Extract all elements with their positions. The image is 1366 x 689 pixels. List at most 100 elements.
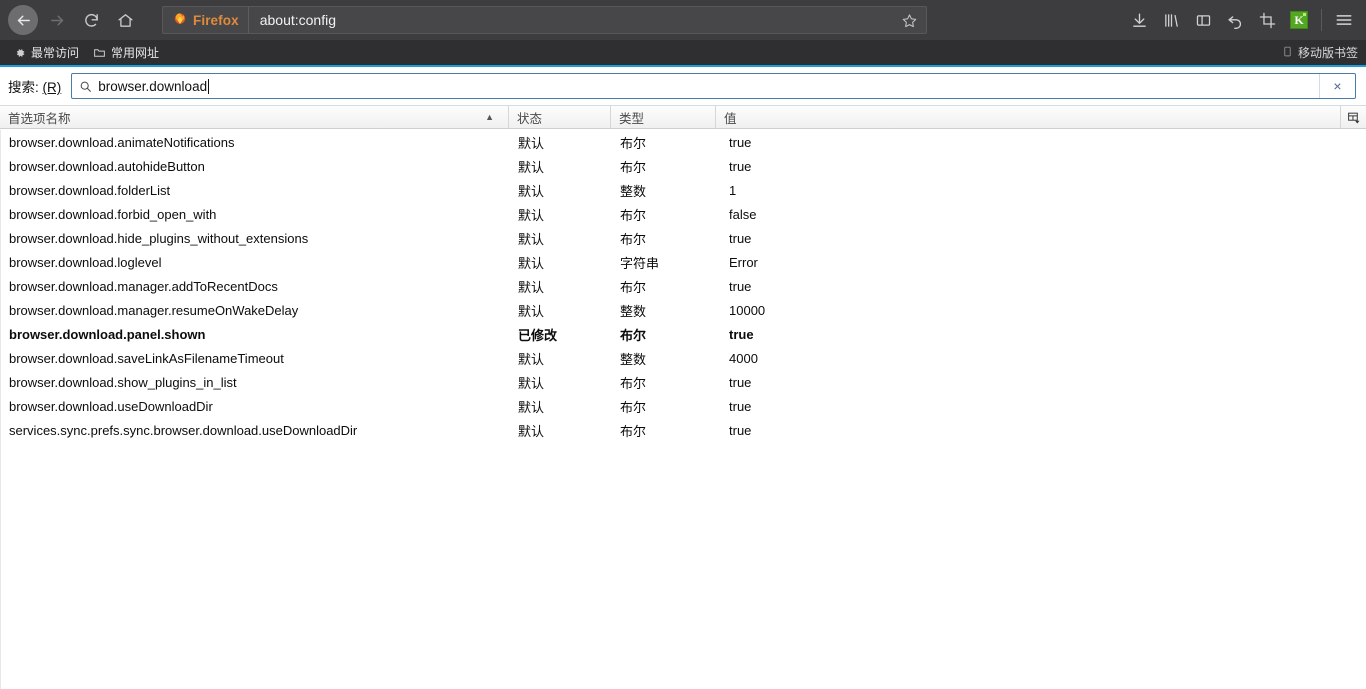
- pref-status: 默认: [518, 207, 545, 223]
- forward-button[interactable]: [42, 5, 72, 35]
- table-row[interactable]: browser.download.panel.shown 已修改 布尔 true: [0, 322, 1366, 346]
- pref-name: browser.download.hide_plugins_without_ex…: [0, 226, 508, 250]
- pref-type: 布尔: [620, 279, 647, 295]
- extension-icon[interactable]: K: [1284, 5, 1314, 35]
- search-input-value[interactable]: browser.download: [98, 78, 1319, 94]
- table-row[interactable]: browser.download.loglevel 默认 字符串 Error: [0, 250, 1366, 274]
- config-search-row: 搜索: (R) browser.download ×: [0, 67, 1366, 105]
- pref-status: 默认: [518, 159, 545, 175]
- pref-name: browser.download.animateNotifications: [0, 130, 508, 154]
- bookmark-star-icon[interactable]: [892, 7, 926, 33]
- pref-status: 默认: [518, 279, 545, 295]
- firefox-identity-badge: Firefox: [163, 7, 249, 33]
- home-button[interactable]: [110, 5, 140, 35]
- pref-value: 4000: [729, 350, 758, 366]
- sort-ascending-icon: ▲: [485, 112, 494, 122]
- clear-search-button[interactable]: ×: [1319, 74, 1355, 98]
- bookmarks-toolbar: 最常访问 常用网址 移动版书签: [0, 40, 1366, 67]
- pref-name: browser.download.manager.resumeOnWakeDel…: [0, 298, 508, 322]
- pref-value: true: [729, 374, 752, 390]
- hamburger-menu-icon[interactable]: [1329, 5, 1359, 35]
- table-row[interactable]: browser.download.forbid_open_with 默认 布尔 fal…: [0, 202, 1366, 226]
- column-header-name[interactable]: 首选项名称 ▲: [0, 106, 508, 128]
- table-header-row: 首选项名称 ▲ 状态 类型 值: [0, 105, 1366, 129]
- bookmark-item-most-visited[interactable]: 最常访问: [7, 42, 86, 63]
- table-row[interactable]: browser.download.saveLinkAsFilenameTimeo…: [0, 346, 1366, 370]
- pref-name: services.sync.prefs.sync.browser.downloa…: [0, 418, 508, 442]
- pref-type: 布尔: [620, 327, 647, 343]
- search-input[interactable]: browser.download ×: [71, 73, 1356, 99]
- pref-value: 1: [729, 182, 737, 198]
- column-header-status-label: 状态: [517, 111, 543, 126]
- pref-status: 默认: [518, 303, 545, 319]
- pref-status: 已修改: [518, 327, 558, 343]
- column-header-value-label: 值: [724, 111, 737, 126]
- pref-value: true: [729, 158, 752, 174]
- downloads-icon[interactable]: [1124, 5, 1154, 35]
- url-text[interactable]: about:config: [249, 12, 892, 28]
- table-row[interactable]: browser.download.show_plugins_in_list 默认 布…: [0, 370, 1366, 394]
- column-header-name-label: 首选项名称: [8, 111, 71, 126]
- preferences-table: 首选项名称 ▲ 状态 类型 值 browser.download.animate…: [0, 105, 1366, 689]
- extension-badge-label: K: [1290, 11, 1308, 29]
- reload-button[interactable]: [76, 5, 106, 35]
- screenshot-icon[interactable]: [1252, 5, 1282, 35]
- toolbar-divider: [1321, 9, 1322, 31]
- column-header-type-label: 类型: [619, 111, 645, 126]
- pref-type: 布尔: [620, 423, 647, 439]
- pref-name: browser.download.manager.addToRecentDocs: [0, 274, 508, 298]
- pref-name: browser.download.useDownloadDir: [0, 394, 508, 418]
- pref-value: true: [729, 398, 752, 414]
- firefox-badge-label: Firefox: [193, 12, 239, 28]
- pref-value: true: [729, 422, 752, 438]
- pref-status: 默认: [518, 231, 545, 247]
- pref-value: false: [729, 206, 757, 222]
- toolbar-right-group: K: [1123, 0, 1360, 40]
- folder-icon: [93, 46, 106, 59]
- pref-value: true: [729, 326, 754, 342]
- pref-type: 布尔: [620, 231, 647, 247]
- back-button[interactable]: [8, 5, 38, 35]
- table-row[interactable]: browser.download.folderList 默认 整数 1: [0, 178, 1366, 202]
- table-row[interactable]: browser.download.manager.resumeOnWakeDel…: [0, 298, 1366, 322]
- table-row[interactable]: browser.download.autohideButton 默认 布尔 true: [0, 154, 1366, 178]
- pref-status: 默认: [518, 255, 545, 271]
- sidebar-icon[interactable]: [1188, 5, 1218, 35]
- pref-name: browser.download.panel.shown: [0, 322, 508, 346]
- pref-type: 整数: [620, 183, 647, 199]
- bookmark-item-common-sites[interactable]: 常用网址: [86, 42, 166, 63]
- pref-name: browser.download.autohideButton: [0, 154, 508, 178]
- gear-icon: [14, 47, 26, 59]
- pref-value: true: [729, 278, 752, 294]
- column-header-value[interactable]: 值: [715, 106, 1366, 128]
- pref-status: 默认: [518, 135, 545, 151]
- table-row[interactable]: browser.download.manager.addToRecentDocs…: [0, 274, 1366, 298]
- pref-type: 布尔: [620, 375, 647, 391]
- pref-value: true: [729, 134, 752, 150]
- mobile-bookmarks-icon: [1282, 46, 1293, 60]
- pref-name: browser.download.loglevel: [0, 250, 508, 274]
- pref-status: 默认: [518, 399, 545, 415]
- pref-name: browser.download.forbid_open_with: [0, 202, 508, 226]
- search-text: browser.download: [98, 78, 208, 94]
- column-header-type[interactable]: 类型: [610, 106, 715, 128]
- column-header-status[interactable]: 状态: [508, 106, 610, 128]
- pref-type: 字符串: [620, 255, 660, 271]
- search-label-text: 搜索:: [8, 80, 43, 95]
- table-row[interactable]: services.sync.prefs.sync.browser.downloa…: [0, 418, 1366, 442]
- table-row[interactable]: browser.download.useDownloadDir 默认 布尔 true: [0, 394, 1366, 418]
- url-bar[interactable]: Firefox about:config: [162, 6, 927, 34]
- pref-name: browser.download.saveLinkAsFilenameTimeo…: [0, 346, 508, 370]
- preferences-list: browser.download.animateNotifications 默认布…: [0, 129, 1366, 442]
- table-row[interactable]: browser.download.hide_plugins_without_ex…: [0, 226, 1366, 250]
- undo-icon[interactable]: [1220, 5, 1250, 35]
- pref-value: true: [729, 230, 752, 246]
- bookmark-item-mobile[interactable]: 移动版书签: [1282, 44, 1358, 61]
- pref-type: 布尔: [620, 135, 647, 151]
- pref-name: browser.download.folderList: [0, 178, 508, 202]
- column-picker-icon[interactable]: [1340, 106, 1366, 128]
- search-label: 搜索: (R): [8, 76, 61, 96]
- library-icon[interactable]: [1156, 5, 1186, 35]
- pref-status: 默认: [518, 423, 545, 439]
- table-row[interactable]: browser.download.animateNotifications 默认 布…: [0, 130, 1366, 154]
